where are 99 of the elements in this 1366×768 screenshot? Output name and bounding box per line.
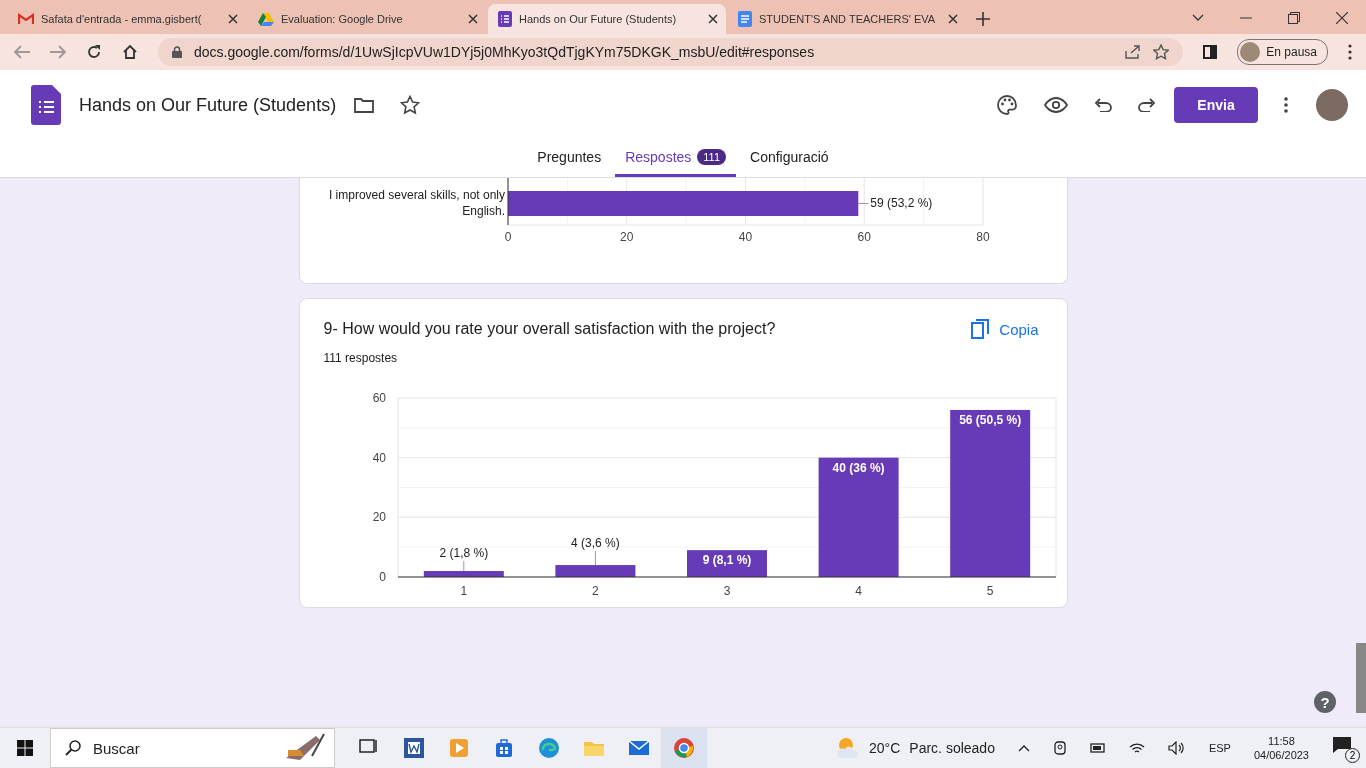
browser-tab[interactable]: STUDENT'S AND TEACHERS' EVA [728, 4, 966, 34]
share-icon[interactable] [1125, 45, 1142, 59]
axis-tick-label: 0 [504, 230, 511, 244]
value-label: 40 (36 %) [832, 460, 885, 475]
chrome-browser-icon[interactable] [673, 737, 695, 759]
list-icon [498, 11, 512, 27]
axis-tick-label: 1 [459, 584, 467, 598]
value-label: 9 (8,1 %) [702, 553, 751, 568]
camera-icon[interactable] [1052, 741, 1067, 755]
tab-title: STUDENT'S AND TEACHERS' EVA [759, 13, 937, 25]
edge-browser-icon[interactable] [538, 737, 560, 759]
copy-button[interactable]: Copia [971, 319, 1039, 339]
redo-icon[interactable] [1138, 98, 1156, 112]
eye-icon[interactable] [1044, 97, 1068, 113]
store-icon[interactable] [493, 737, 515, 759]
axis-tick-label: 40 [738, 230, 752, 244]
restore-icon[interactable] [1288, 12, 1300, 24]
value-label: 2 (1,8 %) [438, 546, 488, 561]
star-icon[interactable] [1153, 44, 1170, 60]
chevron-up-icon[interactable] [1017, 744, 1030, 752]
leader-line [462, 560, 464, 572]
close-icon[interactable] [1336, 12, 1348, 24]
undo-icon[interactable] [1094, 98, 1112, 112]
tab-label: Preguntes [537, 149, 602, 165]
plus-icon[interactable] [976, 12, 990, 26]
close-icon[interactable] [468, 14, 478, 24]
leader-line [857, 203, 869, 204]
form-logo-icon[interactable] [31, 85, 61, 125]
windows-icon[interactable] [17, 740, 33, 756]
home-icon[interactable] [122, 44, 138, 60]
chevron-down-icon[interactable] [1192, 14, 1204, 22]
wifi-icon[interactable] [1128, 741, 1145, 755]
account-avatar[interactable] [1316, 89, 1348, 121]
tab-title: Safata d'entrada - emma.gisbert( [41, 13, 203, 25]
folder-icon[interactable] [354, 97, 375, 113]
copy-icon [971, 319, 990, 339]
value-label: 59 (53,2 %) [869, 196, 932, 210]
search-field[interactable]: Buscar [50, 728, 335, 768]
clock-date[interactable]: 04/06/2023 [1253, 749, 1309, 761]
tab-title: Hands on Our Future (Students) [519, 13, 678, 25]
tab-label: Respostes [625, 149, 692, 165]
weather-text: Parc. soleado [909, 740, 995, 756]
category-label: I improved several skills, not only English. [328, 188, 505, 218]
avatar [1240, 42, 1261, 62]
profile-button[interactable]: En pausa [1237, 39, 1328, 65]
close-icon[interactable] [948, 14, 958, 24]
clock-time[interactable]: 11:58 [1268, 735, 1295, 747]
form-tab[interactable]: Configuració [740, 140, 839, 177]
axis-tick-label: 5 [986, 584, 994, 598]
star-icon[interactable] [400, 95, 421, 115]
send-button[interactable]: Envia [1174, 87, 1258, 123]
palette-icon[interactable] [996, 94, 1018, 116]
address-field[interactable]: docs.google.com/forms/d/1UwSjIcpVUw1DYj5j0MhKyo3tQdTjgKYm75DKGK_msbU/edit#responses [158, 38, 1184, 66]
notification-badge: 2 [1345, 748, 1360, 763]
axis-tick-label: 3 [723, 584, 730, 598]
lock-icon [172, 46, 182, 58]
response-count: 111 respostes [322, 350, 399, 367]
tab-label: Configuració [750, 149, 829, 165]
more-vertical-icon[interactable] [1348, 44, 1352, 60]
language-indicator[interactable]: ESP [1208, 742, 1231, 754]
form-tab[interactable]: Preguntes [527, 140, 612, 177]
axis-tick-label: 60 [372, 391, 386, 405]
envelope-icon [18, 13, 34, 25]
close-icon[interactable] [228, 14, 238, 24]
battery-icon[interactable] [1089, 742, 1106, 754]
tab-title: Evaluation: Google Drive [281, 13, 404, 25]
leader-line [594, 550, 596, 566]
scrollbar-thumb[interactable] [1356, 643, 1366, 713]
browser-tab[interactable]: Evaluation: Google Drive [248, 4, 486, 34]
axis-tick-label: 20 [619, 230, 633, 244]
active-app-button[interactable] [661, 728, 707, 768]
notification-icon[interactable] [1332, 736, 1352, 754]
browser-tab[interactable]: Hands on Our Future (Students) [488, 4, 726, 34]
document-icon [738, 11, 752, 27]
value-label: 4 (3,6 %) [570, 536, 620, 551]
axis-tick-label: 60 [857, 230, 871, 244]
triangle-icon [258, 12, 274, 26]
axis-tick-label: 20 [372, 510, 386, 525]
temperature-text: 20°C [869, 740, 901, 756]
reload-icon[interactable] [86, 44, 102, 60]
more-vertical-icon[interactable] [1284, 97, 1288, 113]
sun-cloud-icon [834, 736, 861, 760]
browser-tab[interactable]: Safata d'entrada - emma.gisbert( [8, 4, 246, 34]
help-button[interactable]: ? [1314, 691, 1336, 713]
sidebar-icon[interactable] [1203, 45, 1218, 59]
axis-tick-label: 80 [975, 230, 990, 244]
value-label: 56 (50,5 %) [958, 412, 1021, 427]
axis-tick-label: 4 [854, 584, 862, 598]
question-title: 9- How would you rate your overall satisfaction with the project? [323, 320, 776, 338]
close-icon[interactable] [708, 14, 718, 24]
axis-tick-label: 0 [378, 570, 386, 584]
speaker-icon[interactable] [1167, 741, 1186, 755]
word-icon[interactable] [403, 737, 425, 759]
search-icon [65, 740, 81, 756]
axis-tick-label: 2 [591, 584, 599, 598]
axis-tick-label: 40 [372, 450, 386, 465]
url-text: docs.google.com/forms/d/1UwSjIcpVUw1DYj5j0MhKyo3tQdTjgKYm75DKGK_msbU/edit#responses [194, 44, 815, 60]
count-badge: 111 [697, 149, 727, 165]
form-title[interactable]: Hands on Our Future (Students) [79, 94, 337, 116]
